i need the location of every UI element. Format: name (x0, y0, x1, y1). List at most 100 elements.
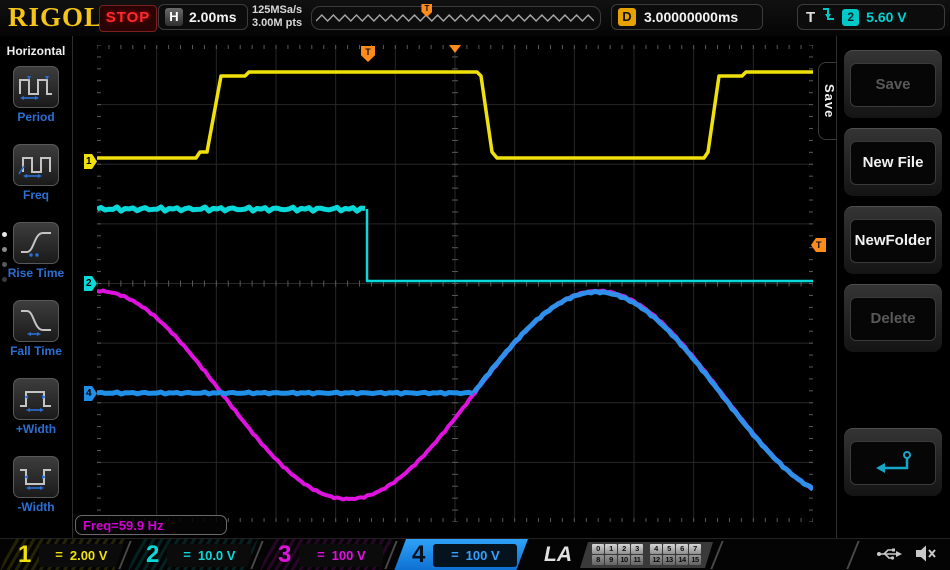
save-menu: Save Save New File NewFolder Delete (818, 36, 950, 540)
fall-time-button[interactable] (13, 300, 59, 342)
minus-width-button[interactable] (13, 456, 59, 498)
ch4-scale: 100 V (465, 547, 500, 563)
ch3-number: 3 (278, 541, 292, 568)
freq-button[interactable] (13, 144, 59, 186)
menu-item-period[interactable]: Period (0, 66, 72, 124)
memory-waveform-icon (316, 13, 594, 23)
delete-button-label: Delete (870, 310, 916, 327)
la-digit: 10 (618, 555, 630, 565)
menu-item-fall-time[interactable]: Fall Time (0, 300, 72, 358)
ch3-scale: 100 V (331, 547, 366, 563)
memory-position-bar[interactable]: T (311, 4, 601, 30)
memory-depth: 3.00M pts (252, 17, 303, 29)
ch2-scale: 10.0 V (197, 547, 236, 563)
trigger-source-chip: 2 (842, 8, 860, 26)
trace-ch2-high (96, 204, 366, 214)
la-digit: 13 (663, 555, 675, 565)
timebase-readout[interactable]: H 2.00ms (158, 4, 248, 30)
menu-page-dots (2, 232, 7, 292)
plus-width-button[interactable] (13, 378, 59, 420)
la-status[interactable]: LA 0 1 2 3 4 5 6 7 8 9 10 11 12 13 14 15 (530, 539, 718, 570)
frequency-counter: Freq=59.9 Hz (75, 515, 227, 535)
freq-icon (18, 157, 51, 178)
la-digit: 4 (650, 544, 662, 554)
timebase-value: 2.00ms (189, 9, 237, 25)
trace-ch2-low (365, 209, 813, 283)
fall-time-label: Fall Time (10, 344, 62, 358)
trigger-level-marker[interactable]: T (811, 238, 826, 252)
plus-width-label: +Width (15, 422, 57, 436)
rise-time-button[interactable] (13, 222, 59, 264)
delay-value: 3.00000000ms (644, 9, 739, 25)
trigger-readout[interactable]: T 2 5.60 V (797, 4, 945, 30)
menu-item-minus-width[interactable]: -Width (0, 456, 72, 514)
minus-width-icon (20, 469, 51, 490)
ch1-coupling-icon: = (55, 546, 63, 562)
ch4-status-selected[interactable]: 4 = 100 V (394, 539, 528, 570)
usb-icon (877, 548, 902, 560)
acquisition-readout: 125MSa/s 3.00M pts (252, 4, 302, 30)
save-button-label: Save (875, 76, 911, 93)
period-label: Period (17, 110, 55, 124)
ch4-number: 4 (412, 541, 426, 568)
new-file-button[interactable]: New File (844, 128, 942, 196)
top-status-bar: RIGOL STOP H 2.00ms 125MSa/s 3.00M pts T… (0, 0, 950, 36)
sample-rate: 125MSa/s (252, 4, 303, 16)
trace-ch4-sine (472, 289, 815, 492)
la-digit: 6 (676, 544, 688, 554)
horizontal-chip: H (165, 8, 183, 26)
ch4-position-marker[interactable]: 4 (84, 386, 97, 401)
menu-item-rise-time[interactable]: Rise Time (0, 222, 72, 280)
ch2-number: 2 (146, 541, 160, 568)
la-label: LA (544, 543, 572, 566)
freq-label: Freq (22, 188, 49, 202)
return-button[interactable] (844, 428, 942, 496)
trace-ch4-flat (96, 389, 474, 397)
ch1-scale: 2.00 V (69, 547, 108, 563)
ch1-number: 1 (18, 541, 32, 568)
falling-edge-icon (822, 6, 835, 28)
trigger-level-value: 5.60 V (866, 9, 907, 25)
oscilloscope-screen: RIGOL STOP H 2.00ms 125MSa/s 3.00M pts T… (0, 0, 950, 570)
rise-time-label: Rise Time (7, 266, 65, 280)
save-button[interactable]: Save (844, 50, 942, 118)
new-folder-button[interactable]: NewFolder (844, 206, 942, 274)
ch3-status[interactable]: 3 = 100 V (260, 539, 392, 570)
la-digit: 9 (605, 555, 617, 565)
ch3-coupling-icon: = (317, 546, 325, 562)
la-digit: 7 (689, 544, 701, 554)
menu-item-freq[interactable]: Freq (0, 144, 72, 202)
la-digit: 8 (592, 555, 604, 565)
ch1-status[interactable]: 1 = 2.00 V (0, 539, 126, 570)
waveform-display (96, 44, 815, 523)
new-file-button-label: New File (862, 154, 924, 171)
ch2-position-marker[interactable]: 2 (84, 276, 97, 291)
la-digit: 2 (618, 544, 630, 554)
la-digital-channels: 0 1 2 3 4 5 6 7 8 9 10 11 12 13 14 15 (580, 542, 713, 568)
la-digit: 12 (650, 555, 662, 565)
speaker-muted-icon (916, 545, 936, 562)
ch1-position-marker[interactable]: 1 (84, 154, 97, 169)
fall-time-icon (21, 310, 51, 336)
la-digit: 15 (689, 555, 701, 565)
run-state-badge: STOP (99, 5, 157, 32)
save-menu-tab: Save (818, 62, 837, 140)
period-icon (19, 76, 52, 100)
rise-time-icon (21, 232, 51, 257)
measure-menu: Horizontal Period Freq Rise Time Fall Ti… (0, 36, 73, 540)
delete-button[interactable]: Delete (844, 284, 942, 352)
ch4-coupling-icon: = (451, 546, 459, 562)
divider (846, 541, 860, 569)
la-digit: 0 (592, 544, 604, 554)
return-arrow-icon (876, 450, 911, 473)
trigger-label: T (806, 8, 816, 26)
ch2-status[interactable]: 2 = 10.0 V (128, 539, 258, 570)
period-button[interactable] (13, 66, 59, 108)
delay-reference-marker (449, 45, 461, 53)
new-folder-button-label: NewFolder (854, 232, 932, 249)
menu-item-plus-width[interactable]: +Width (0, 378, 72, 436)
ch2-coupling-icon: = (183, 546, 191, 562)
brand-logo: RIGOL (8, 2, 104, 32)
la-digit: 11 (631, 555, 643, 565)
delay-readout[interactable]: D 3.00000000ms (611, 4, 763, 30)
